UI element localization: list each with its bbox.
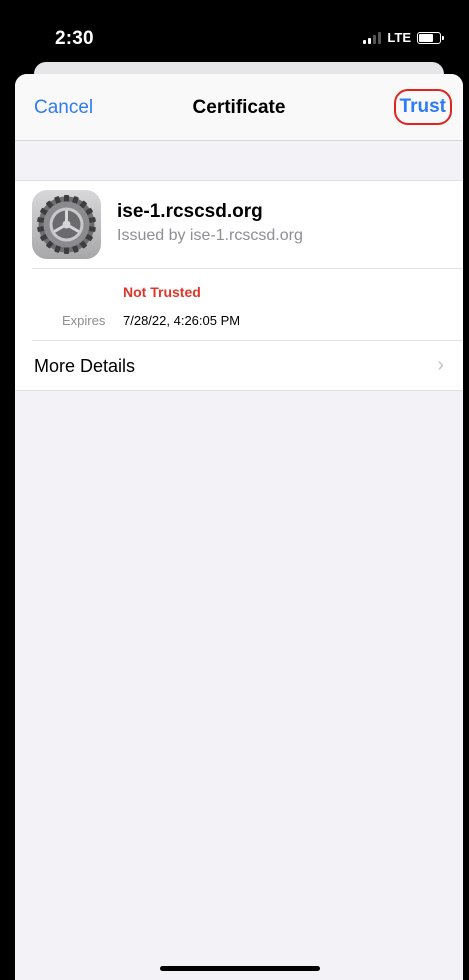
status-indicators: LTE [363,30,444,45]
status-time: 2:30 [55,28,94,49]
navigation-bar: Cancel Certificate Trust [15,74,463,141]
battery-icon [417,31,444,44]
certificate-details: Not Trusted Expires 7/28/22, 4:26:05 PM [32,269,463,341]
home-indicator[interactable] [160,966,320,971]
trust-button[interactable]: Trust [393,89,452,125]
certificate-issuer: Issued by ise-1.rcscsd.org [117,227,303,244]
expires-value: 7/28/22, 4:26:05 PM [123,313,241,328]
more-details-label: More Details [34,356,136,376]
certificate-summary: ise-1.rcscsd.org Issued by ise-1.rcscsd.… [15,180,463,391]
certificate-sheet: Cancel Certificate Trust ise-1.rcscsd.or… [15,74,463,980]
trust-status-label: Not Trusted [123,284,201,300]
certificate-header: ise-1.rcscsd.org Issued by ise-1.rcscsd.… [32,181,463,269]
more-details-row[interactable]: More Details › [15,341,463,390]
network-type-label: LTE [387,30,411,45]
cellular-signal-icon [363,31,382,44]
chevron-right-icon: › [437,354,444,376]
settings-gear-icon [32,190,101,259]
expires-label: Expires [62,313,106,328]
certificate-name: ise-1.rcscsd.org [117,201,263,222]
